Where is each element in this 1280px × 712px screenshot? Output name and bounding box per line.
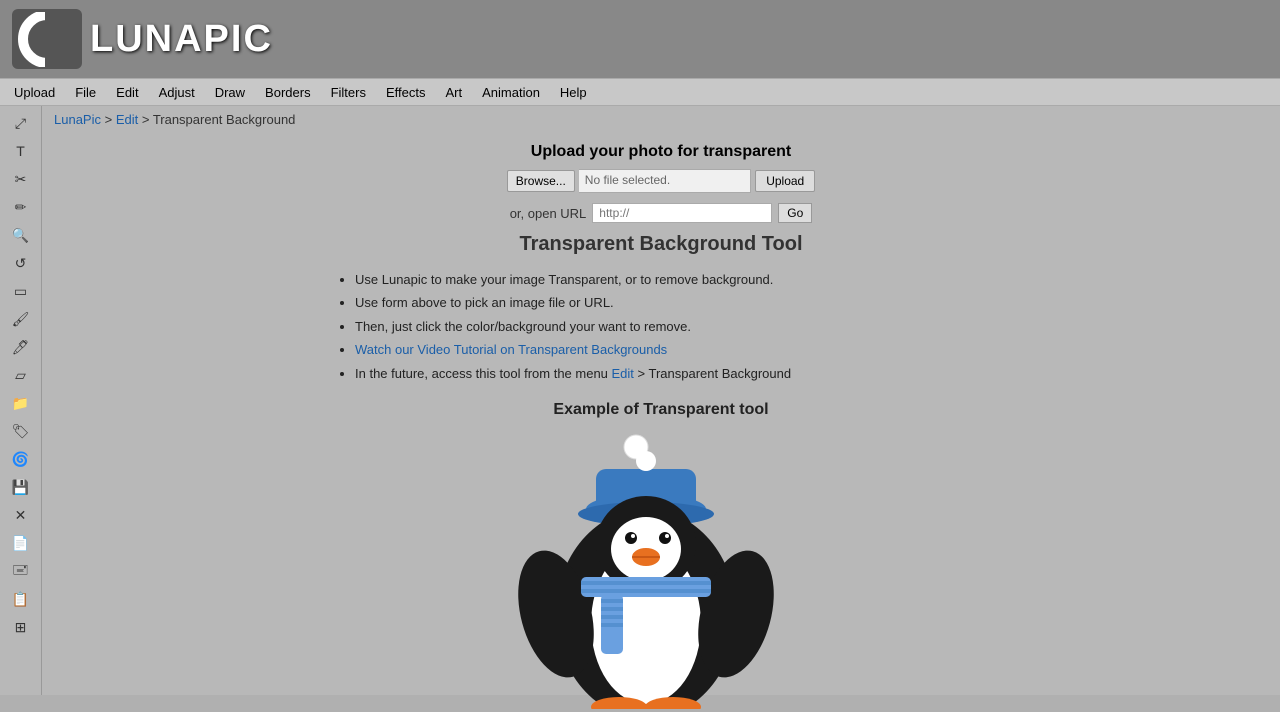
go-button[interactable]: Go: [778, 203, 812, 223]
breadcrumb: LunaPic > Edit > Transparent Background: [42, 106, 1280, 133]
sidebar-swirl-icon[interactable]: 🌀: [4, 446, 38, 472]
breadcrumb-edit-link[interactable]: Edit: [116, 112, 138, 127]
penguin-image: [461, 429, 861, 689]
breadcrumb-sep2: >: [138, 112, 153, 127]
nav-effects[interactable]: Effects: [376, 81, 436, 104]
file-selected-display: No file selected.: [579, 169, 751, 193]
breadcrumb-current: Transparent Background: [153, 112, 296, 127]
list-item: Use Lunapic to make your image Transpare…: [355, 268, 991, 291]
upload-form: Browse... No file selected. Upload: [42, 169, 1280, 193]
breadcrumb-home-link[interactable]: LunaPic: [54, 112, 101, 127]
sidebar: ⤢ T ✂ ✏ 🔍 ↺ ▭ 🖌 🖊 ▱ 📁 🏷 🌀 💾 ✕ 📄 🖃 📋 ⊞: [0, 106, 42, 695]
sidebar-scissors-icon[interactable]: ✂: [4, 166, 38, 192]
sidebar-brush-icon[interactable]: 🖌: [4, 306, 38, 332]
browse-button[interactable]: Browse...: [507, 170, 575, 192]
example-section: Example of Transparent tool: [42, 401, 1280, 689]
navbar: Upload File Edit Adjust Draw Borders Fil…: [0, 78, 1280, 106]
sidebar-stamp-icon[interactable]: 🖃: [4, 558, 38, 584]
nav-help[interactable]: Help: [550, 81, 597, 104]
url-section: or, open URL Go: [42, 203, 1280, 223]
nav-draw[interactable]: Draw: [205, 81, 255, 104]
logo-image: LUNAPIC: [12, 9, 322, 69]
sidebar-layers-icon[interactable]: ⊞: [4, 614, 38, 640]
upload-title: Upload your photo for transparent: [42, 143, 1280, 161]
upload-button[interactable]: Upload: [755, 170, 815, 192]
sidebar-eyedropper-icon[interactable]: 🖊: [4, 334, 38, 360]
tool-title: Transparent Background Tool: [331, 233, 991, 256]
nav-animation[interactable]: Animation: [472, 81, 550, 104]
nav-adjust[interactable]: Adjust: [149, 81, 205, 104]
logo-text: LUNAPIC: [90, 18, 273, 61]
video-tutorial-link[interactable]: Watch our Video Tutorial on Transparent …: [355, 342, 667, 357]
nav-art[interactable]: Art: [435, 81, 472, 104]
sidebar-rectangle-icon[interactable]: ▭: [4, 278, 38, 304]
breadcrumb-sep1: >: [101, 112, 116, 127]
penguin-svg: [461, 429, 861, 709]
tool-section: Transparent Background Tool Use Lunapic …: [311, 233, 1011, 385]
sidebar-pencil-icon[interactable]: ✏: [4, 194, 38, 220]
sidebar-save-icon[interactable]: 💾: [4, 474, 38, 500]
sidebar-close-icon[interactable]: ✕: [4, 502, 38, 528]
sidebar-text-icon[interactable]: T: [4, 138, 38, 164]
list-item-future: In the future, access this tool from the…: [355, 362, 991, 385]
sidebar-zoom-icon[interactable]: 🔍: [4, 222, 38, 248]
sidebar-document-icon[interactable]: 📄: [4, 530, 38, 556]
nav-upload[interactable]: Upload: [4, 81, 65, 104]
sidebar-folder-icon[interactable]: 📁: [4, 390, 38, 416]
nav-file[interactable]: File: [65, 81, 106, 104]
list-item: Then, just click the color/background yo…: [355, 315, 991, 338]
header: LUNAPIC: [0, 0, 1280, 78]
logo-icon: [12, 9, 82, 69]
logo-box: LUNAPIC: [0, 0, 335, 78]
content-area: LunaPic > Edit > Transparent Background …: [42, 106, 1280, 695]
nav-edit[interactable]: Edit: [106, 81, 148, 104]
edit-menu-link[interactable]: Edit: [612, 366, 634, 381]
tool-list: Use Lunapic to make your image Transpare…: [331, 268, 991, 385]
list-item: Use form above to pick an image file or …: [355, 291, 991, 314]
upload-section: Upload your photo for transparent Browse…: [42, 143, 1280, 193]
nav-borders[interactable]: Borders: [255, 81, 321, 104]
sidebar-copy-icon[interactable]: 📋: [4, 586, 38, 612]
nav-filters[interactable]: Filters: [321, 81, 376, 104]
sidebar-tag-icon[interactable]: 🏷: [4, 418, 38, 444]
sidebar-eraser-icon[interactable]: ▱: [4, 362, 38, 388]
sidebar-move-icon[interactable]: ⤢: [4, 110, 38, 136]
sidebar-rotate-icon[interactable]: ↺: [4, 250, 38, 276]
url-input[interactable]: [592, 203, 772, 223]
main-layout: ⤢ T ✂ ✏ 🔍 ↺ ▭ 🖌 🖊 ▱ 📁 🏷 🌀 💾 ✕ 📄 🖃 📋 ⊞ Lu…: [0, 106, 1280, 695]
example-title: Example of Transparent tool: [42, 401, 1280, 419]
url-label: or, open URL: [510, 206, 587, 221]
list-item-video: Watch our Video Tutorial on Transparent …: [355, 338, 991, 361]
